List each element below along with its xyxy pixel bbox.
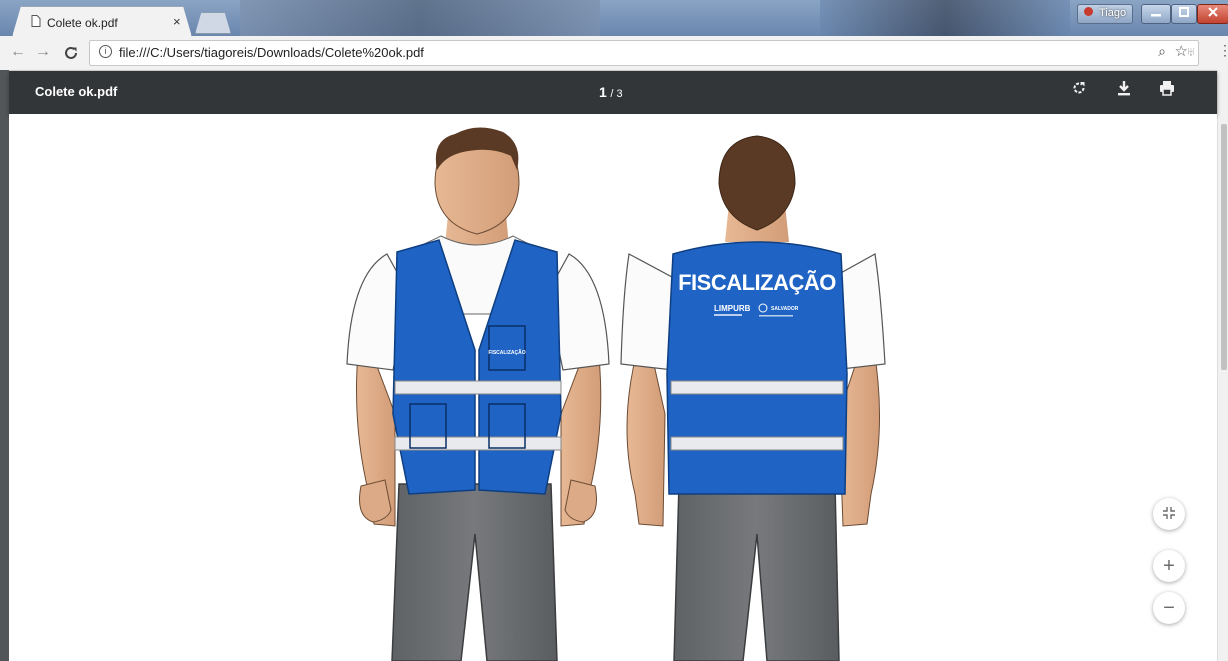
document-icon (31, 15, 41, 27)
zoom-out-button[interactable]: − (1153, 592, 1185, 624)
tab-close-icon[interactable]: × (173, 14, 181, 29)
salvador-subline (759, 315, 793, 317)
current-page[interactable]: 1 (599, 84, 607, 100)
url-text[interactable]: file:///C:/Users/tiagoreis/Downloads/Col… (119, 45, 424, 60)
zoom-icon[interactable]: ⌕ (1158, 43, 1166, 60)
page-separator: / (610, 88, 614, 100)
restore-button[interactable] (1171, 4, 1197, 24)
limpurb-logo: LIMPURB (714, 304, 751, 313)
close-window-button[interactable] (1197, 4, 1228, 24)
forward-icon[interactable]: → (35, 43, 51, 61)
print-icon[interactable] (1155, 80, 1179, 104)
menu-icon[interactable]: ⋮ (1218, 42, 1228, 59)
new-tab-button[interactable] (195, 12, 231, 34)
download-icon[interactable] (1112, 80, 1136, 104)
fit-to-page-button[interactable] (1153, 498, 1185, 530)
total-pages: 3 (616, 88, 623, 100)
blurred-tabs (240, 0, 600, 36)
front-pocket-text: FISCALIZAÇÃO (488, 349, 525, 356)
close-icon (1208, 7, 1218, 17)
profile-name: Tiago (1099, 7, 1127, 19)
tab-title: Colete ok.pdf (47, 16, 118, 30)
viewer-left-edge (0, 70, 9, 661)
pdf-title: Colete ok.pdf (35, 84, 118, 99)
profile-button[interactable]: Tiago (1077, 4, 1133, 24)
blurred-area (820, 0, 1070, 36)
info-icon[interactable]: i (99, 45, 112, 58)
zoom-in-button[interactable]: + (1153, 550, 1185, 582)
window-titlebar: Colete ok.pdf × Tiago (0, 0, 1228, 37)
front-figure: FISCALIZAÇÃO (346, 127, 610, 661)
pdf-page[interactable]: FISCALIZAÇÃO FISCALIZAÇÃO LIMPURB SALVAD… (9, 114, 1217, 661)
minimize-button[interactable] (1141, 4, 1171, 24)
restore-icon (1179, 7, 1189, 17)
page-indicator: 1 / 3 (599, 84, 623, 100)
extension-icon[interactable]: ♅ (1186, 44, 1196, 59)
salvador-logo: SALVADOR (771, 306, 799, 312)
minimize-icon (1151, 14, 1161, 17)
fit-to-page-icon (1163, 507, 1175, 519)
back-title-text: FISCALIZAÇÃO (678, 270, 836, 295)
browser-toolbar: ← → i file:///C:/Users/tiagoreis/Downloa… (0, 36, 1228, 71)
reload-icon[interactable] (63, 45, 79, 61)
back-figure: FISCALIZAÇÃO LIMPURB SALVADOR (620, 135, 886, 661)
vest-illustration: FISCALIZAÇÃO FISCALIZAÇÃO LIMPURB SALVAD… (346, 127, 886, 661)
scrollbar-thumb[interactable] (1221, 124, 1227, 370)
address-bar[interactable]: i file:///C:/Users/tiagoreis/Downloads/C… (89, 40, 1199, 66)
back-icon[interactable]: ← (10, 43, 26, 61)
rotate-icon[interactable] (1067, 80, 1091, 104)
pdf-toolbar: Colete ok.pdf 1 / 3 (9, 71, 1217, 114)
tab-active[interactable]: Colete ok.pdf × (12, 6, 192, 37)
limpurb-subline (714, 314, 742, 316)
avatar-icon (1084, 7, 1093, 16)
